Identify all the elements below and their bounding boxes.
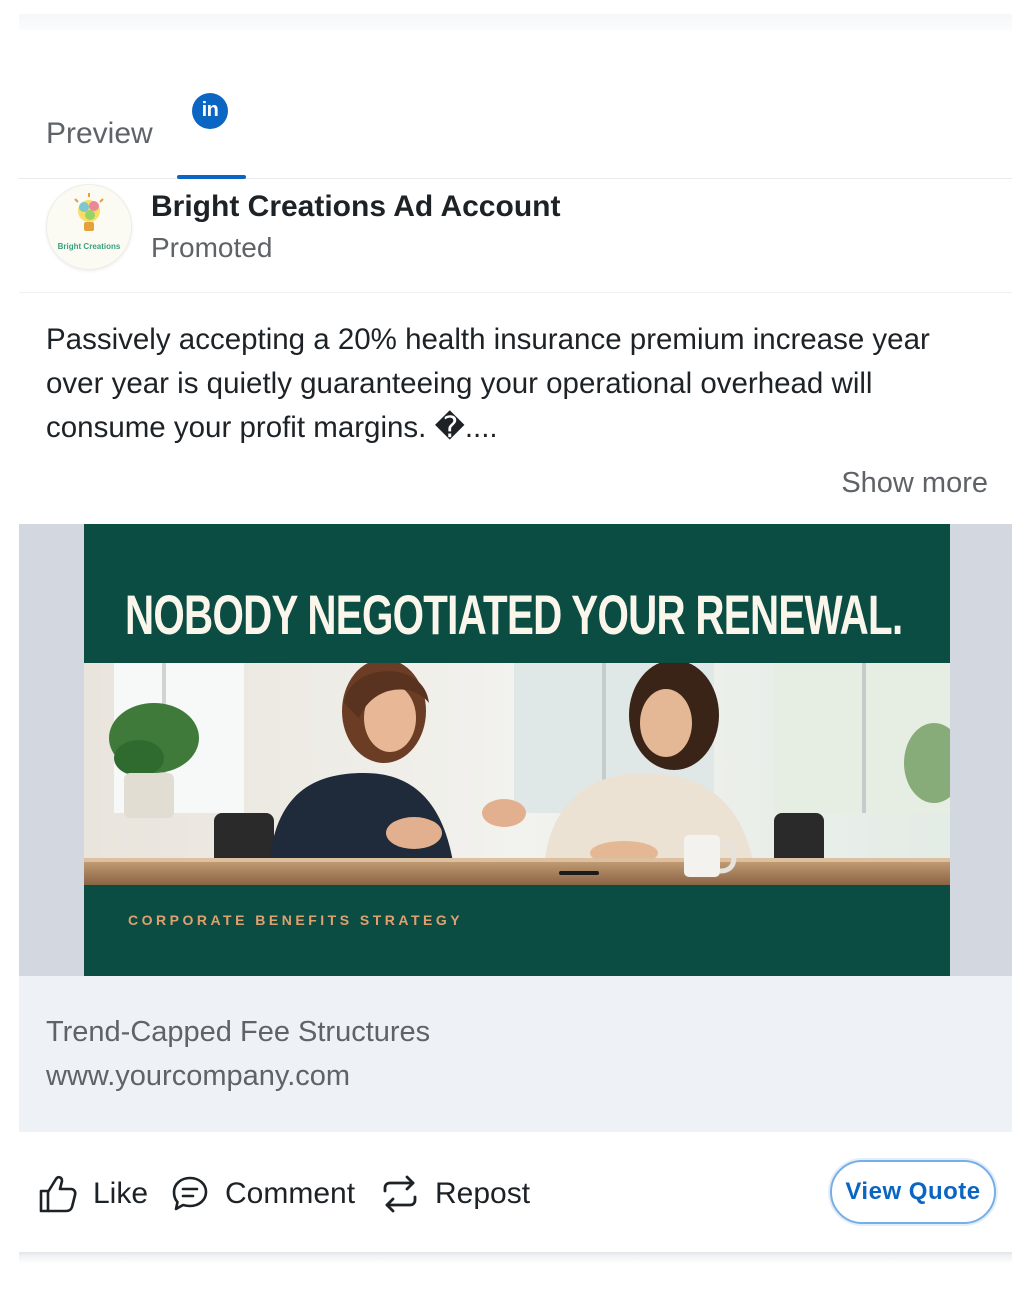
promoted-label: Promoted xyxy=(151,232,273,263)
show-more-link[interactable]: Show more xyxy=(841,467,988,500)
link-url: www.yourcompany.com xyxy=(46,1060,351,1092)
link-title: Trend-Capped Fee Structures xyxy=(46,1016,431,1048)
linkedin-icon: in xyxy=(192,93,228,129)
ad-image-frame[interactable]: NOBODY NEGOTIATED YOUR RENEWAL. CORPORAT… xyxy=(19,524,1012,976)
avatar-text: Bright Creations xyxy=(58,242,121,251)
repost-icon xyxy=(383,1175,417,1213)
thumbs-up-icon xyxy=(39,1175,77,1213)
creative-headline: NOBODY NEGOTIATED YOUR RENEWAL. xyxy=(125,583,903,646)
preview-tabs: Preview in xyxy=(19,90,1012,179)
comment-label: Comment xyxy=(225,1177,356,1210)
post-header: Bright Creations Bright Creations Ad Acc… xyxy=(19,178,1012,293)
bulb-logo-icon: Bright Creations xyxy=(58,193,121,251)
repost-label: Repost xyxy=(435,1177,531,1210)
ad-creative: NOBODY NEGOTIATED YOUR RENEWAL. CORPORAT… xyxy=(84,524,950,976)
repost-button[interactable]: Repost xyxy=(379,1172,530,1216)
link-preview[interactable]: Trend-Capped Fee Structures www.yourcomp… xyxy=(19,976,1012,1132)
tab-linkedin[interactable]: in xyxy=(177,90,246,179)
ad-preview-card: Preview in Bright Creations Bright Creat… xyxy=(19,30,1012,1255)
top-strip xyxy=(19,14,1012,31)
card-bottom-shadow xyxy=(19,1254,1012,1264)
account-name[interactable]: Bright Creations Ad Account xyxy=(151,190,560,224)
view-quote-button[interactable]: View Quote xyxy=(830,1160,996,1224)
meeting-photo xyxy=(84,663,950,885)
creative-tagline: CORPORATE BENEFITS STRATEGY xyxy=(128,912,464,928)
like-label: Like xyxy=(93,1177,149,1210)
avatar[interactable]: Bright Creations xyxy=(46,184,132,270)
comment-button[interactable]: Comment xyxy=(169,1172,355,1216)
social-actions-bar: Like Comment Repost View Quote xyxy=(19,1132,1012,1255)
comment-icon xyxy=(172,1176,208,1211)
tab-preview[interactable]: Preview xyxy=(46,90,153,178)
like-button[interactable]: Like xyxy=(37,1172,148,1216)
post-text: Passively accepting a 20% health insuran… xyxy=(46,323,930,444)
